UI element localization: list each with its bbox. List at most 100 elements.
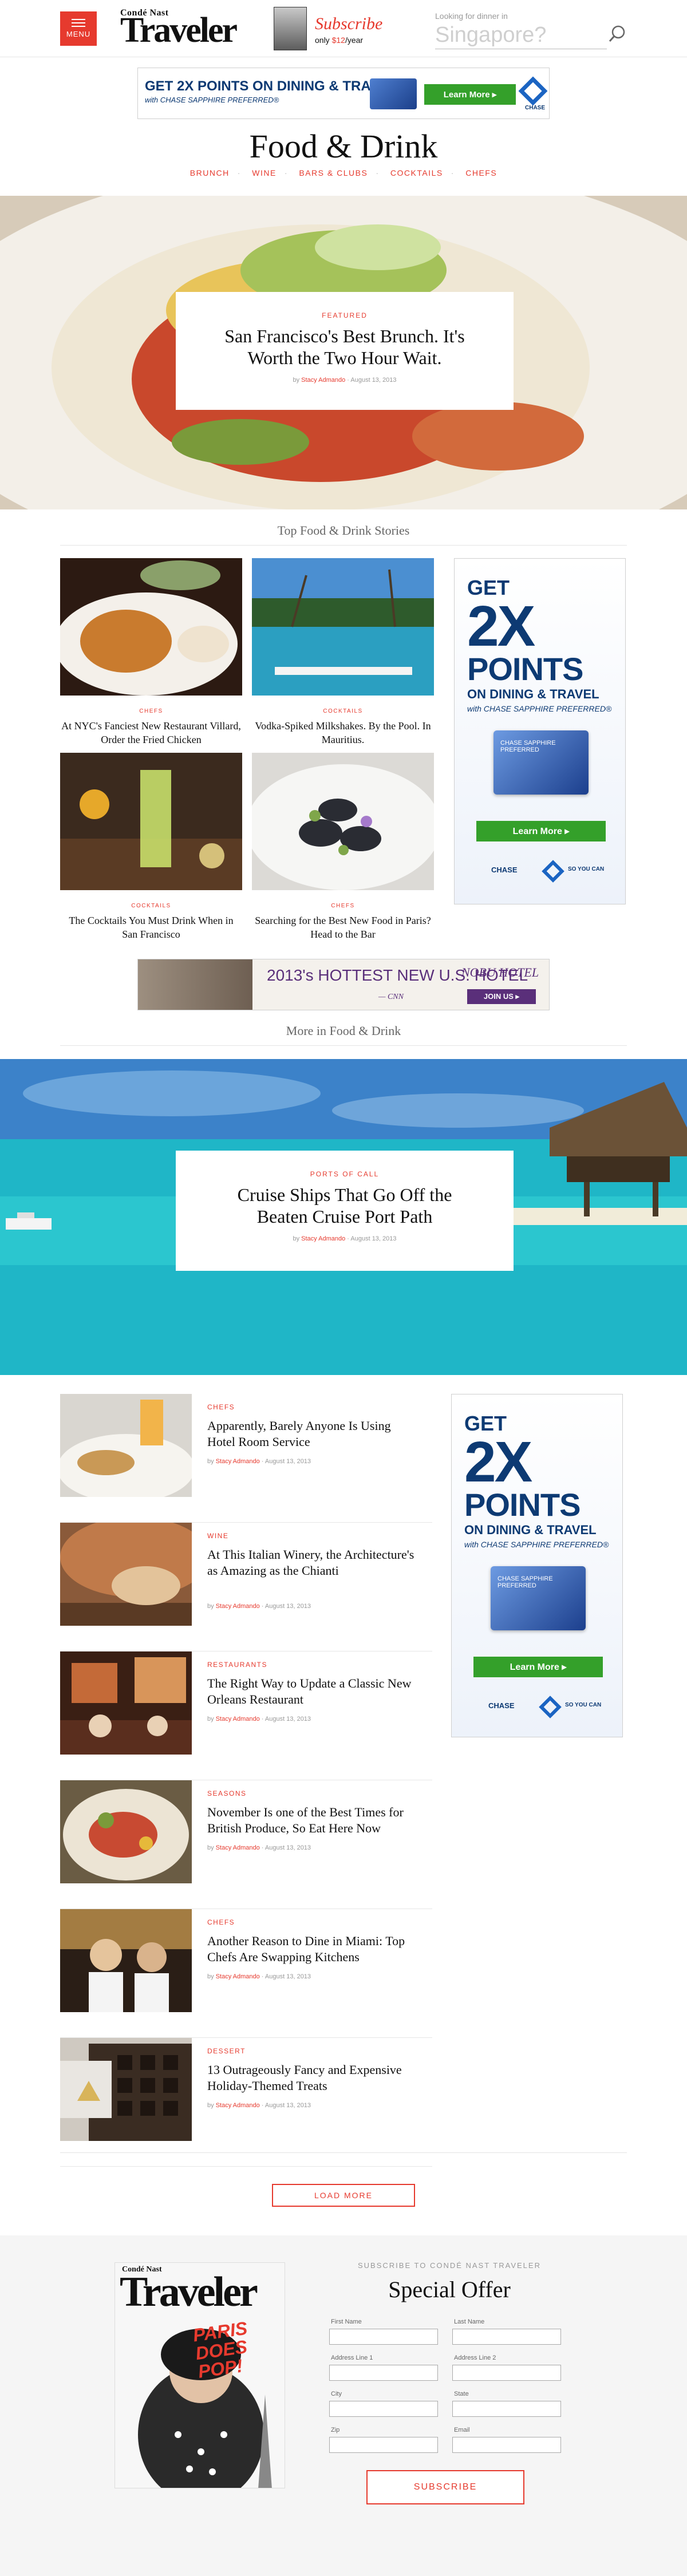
separator-dot: ·	[451, 168, 455, 177]
tile-title[interactable]: Vodka-Spiked Milkshakes. By the Pool. In…	[252, 719, 434, 746]
hero-image-cruise[interactable]: PORTS OF CALL Cruise Ships That Go Off t…	[0, 1059, 687, 1375]
subscribe-price-value: $12	[331, 35, 345, 45]
list-item[interactable]: CHEFS Apparently, Barely Anyone Is Using…	[60, 1394, 432, 1523]
subnav-brunch[interactable]: BRUNCH	[190, 168, 230, 177]
menu-button[interactable]: MENU	[60, 11, 97, 46]
story-tile[interactable]: COCKTAILS Vodka-Spiked Milkshakes. By th…	[252, 558, 434, 746]
list-date: August 13, 2013	[264, 1458, 311, 1465]
tile-title[interactable]: Searching for the Best New Food in Paris…	[252, 914, 434, 941]
list-title[interactable]: Apparently, Barely Anyone Is Using Hotel…	[207, 1418, 419, 1450]
list-author[interactable]: Stacy Admando	[216, 1458, 260, 1465]
ad-banner-chase[interactable]: GET 2X POINTS ON DINING & TRAVEL with CH…	[137, 68, 550, 119]
list-item[interactable]: WINE At This Italian Winery, the Archite…	[60, 1523, 432, 1652]
list-date: August 13, 2013	[264, 2102, 311, 2109]
story-date: August 13, 2013	[350, 1235, 397, 1242]
featured-story-card[interactable]: PORTS OF CALL Cruise Ships That Go Off t…	[176, 1151, 514, 1271]
magazine-cover-thumbnail[interactable]	[274, 7, 307, 50]
dinner-search-input[interactable]	[435, 22, 607, 49]
email-field[interactable]	[452, 2437, 561, 2453]
divider	[60, 545, 627, 546]
list-author[interactable]: Stacy Admando	[216, 2102, 260, 2109]
byline-prefix: by	[207, 1844, 216, 1851]
magazine-cover[interactable]: Condé Nast Traveler PARIS DOES POP!	[114, 2262, 285, 2488]
list-title[interactable]: The Right Way to Update a Classic New Or…	[207, 1676, 419, 1708]
list-author[interactable]: Stacy Admando	[216, 1716, 260, 1722]
tile-kicker: COCKTAILS	[131, 903, 171, 909]
address1-field[interactable]	[329, 2365, 438, 2381]
subnav-chefs[interactable]: CHEFS	[465, 168, 497, 177]
ad-learn-more-button[interactable]: Learn More ▸	[476, 821, 606, 841]
search-icon[interactable]	[607, 23, 627, 46]
ad-banner-nobu[interactable]: 2013's HOTTEST NEW U.S. HOTEL — CNN NOBU…	[137, 959, 550, 1010]
list-title[interactable]: Another Reason to Dine in Miami: Top Che…	[207, 1933, 419, 1965]
ad-brand: CHASE	[491, 866, 518, 874]
list-title[interactable]: November Is one of the Best Times for Br…	[207, 1804, 419, 1836]
address2-field[interactable]	[452, 2365, 561, 2381]
ad-2x-text: 2X	[464, 1430, 532, 1494]
load-more-button[interactable]: LOAD MORE	[272, 2184, 415, 2207]
nobu-ad-source: — CNN	[378, 993, 404, 1001]
first-name-field[interactable]	[329, 2329, 438, 2345]
hero-image-brunch[interactable]: FEATURED San Francisco's Best Brunch. It…	[0, 196, 687, 509]
nobu-join-button[interactable]: JOIN US ▸	[467, 989, 536, 1004]
list-author[interactable]: Stacy Admando	[216, 1603, 260, 1610]
site-logo[interactable]: Traveler	[120, 13, 238, 48]
fried-chicken-image	[60, 558, 242, 696]
divider	[60, 2152, 627, 2153]
tile-title[interactable]: At NYC's Fanciest New Restaurant Villard…	[60, 719, 242, 746]
email-label: Email	[454, 2427, 470, 2433]
story-author[interactable]: Stacy Admando	[301, 1235, 345, 1242]
zip-field[interactable]	[329, 2437, 438, 2453]
subscribe-price: only $12/year	[315, 35, 363, 45]
ad-dining-text: ON DINING & TRAVEL	[467, 687, 599, 701]
story-author[interactable]: Stacy Admando	[301, 377, 345, 384]
separator-dot: ·	[284, 168, 288, 177]
list-item[interactable]: RESTAURANTS The Right Way to Update a Cl…	[60, 1652, 432, 1780]
story-tile[interactable]: CHEFS Searching for the Best New Food in…	[252, 753, 434, 941]
subscribe-price-suffix: /year	[345, 35, 364, 45]
list-kicker: WINE	[207, 1532, 229, 1540]
ad-headline: GET 2X POINTS ON DINING & TRAVEL	[145, 78, 397, 94]
featured-story-card[interactable]: FEATURED San Francisco's Best Brunch. It…	[176, 292, 514, 410]
tile-kicker: CHEFS	[331, 903, 355, 909]
chase-logo-icon	[542, 860, 564, 883]
subscribe-button[interactable]: SUBSCRIBE	[366, 2470, 524, 2504]
list-author[interactable]: Stacy Admando	[216, 1973, 260, 1980]
last-name-field[interactable]	[452, 2329, 561, 2345]
ad-tall-chase[interactable]: GET 2X POINTS ON DINING & TRAVEL with CH…	[454, 558, 626, 904]
subnav-bars-clubs[interactable]: BARS & CLUBS	[299, 168, 368, 177]
nobu-ad-brand: NOBU HOTEL	[461, 965, 539, 979]
tile-title[interactable]: The Cocktails You Must Drink When in San…	[60, 914, 242, 941]
ad-tall-chase[interactable]: GET 2X POINTS ON DINING & TRAVEL with CH…	[451, 1394, 623, 1737]
story-tile[interactable]: COCKTAILS The Cocktails You Must Drink W…	[60, 753, 242, 941]
subscribe-link[interactable]: Subscribe	[315, 14, 382, 34]
story-title[interactable]: San Francisco's Best Brunch. It's Worth …	[210, 325, 479, 369]
state-field[interactable]	[452, 2401, 561, 2417]
zip-label: Zip	[331, 2427, 340, 2433]
cover-logo: Traveler	[120, 2269, 258, 2316]
list-title[interactable]: 13 Outrageously Fancy and Expensive Holi…	[207, 2062, 419, 2094]
page-title: Food & Drink	[249, 128, 438, 165]
holiday-treats-image	[60, 2038, 192, 2141]
divider	[60, 1045, 627, 1046]
city-field[interactable]	[329, 2401, 438, 2417]
list-byline: by Stacy Admando · August 13, 2013	[207, 1844, 311, 1851]
byline-prefix: by	[293, 1235, 302, 1242]
subnav-wine[interactable]: WINE	[252, 168, 277, 177]
ad-learn-more-button[interactable]: Learn More ▸	[473, 1657, 603, 1677]
list-kicker: CHEFS	[207, 1403, 235, 1411]
list-item[interactable]: CHEFS Another Reason to Dine in Miami: T…	[60, 1909, 432, 2038]
ad-dining-text: ON DINING & TRAVEL	[464, 1523, 597, 1537]
ad-sapphire-text: with CHASE SAPPHIRE PREFERRED®	[464, 1540, 609, 1549]
story-title[interactable]: Cruise Ships That Go Off the Beaten Crui…	[210, 1184, 479, 1227]
section-title-top-stories: Top Food & Drink Stories	[277, 523, 410, 538]
subnav-cocktails[interactable]: COCKTAILS	[390, 168, 443, 177]
list-title[interactable]: At This Italian Winery, the Architecture…	[207, 1547, 419, 1579]
list-item[interactable]: SEASONS November Is one of the Best Time…	[60, 1780, 432, 1909]
separator-dot: ·	[376, 168, 380, 177]
ad-learn-more-button[interactable]: Learn More ▸	[424, 84, 516, 105]
list-date: August 13, 2013	[264, 1603, 311, 1610]
list-author[interactable]: Stacy Admando	[216, 1844, 260, 1851]
list-item[interactable]: DESSERT 13 Outrageously Fancy and Expens…	[60, 2038, 432, 2167]
story-tile[interactable]: CHEFS At NYC's Fanciest New Restaurant V…	[60, 558, 242, 746]
